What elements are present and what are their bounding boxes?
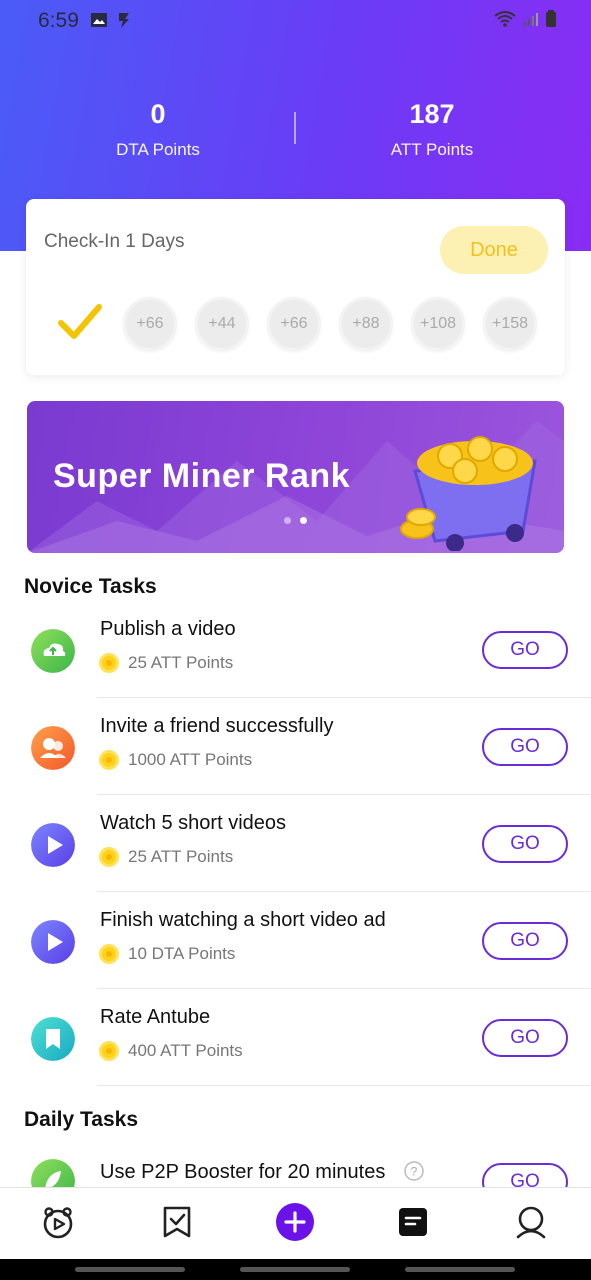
svg-text:?: ? (411, 1165, 418, 1179)
coin-icon (99, 750, 119, 770)
task-p2p-booster: Use P2P Booster for 20 minutes ? GO (0, 1143, 591, 1187)
add-icon (276, 1203, 314, 1241)
reward-text: 1000 ATT Points (128, 750, 253, 769)
dta-points-label: DTA Points (116, 140, 200, 159)
novice-tasks-title: Novice Tasks (24, 575, 157, 598)
nav-tasks[interactable] (157, 1202, 197, 1242)
reward-text: 25 ATT Points (128, 653, 234, 672)
nav-add[interactable] (275, 1202, 315, 1242)
task-reward: 25 ATT Points (99, 653, 233, 673)
checkin-title: Check-In 1 Days (44, 231, 185, 252)
leaf-icon (31, 1159, 75, 1187)
checkin-done-button[interactable]: Done (440, 226, 548, 274)
system-gesture-bar (0, 1259, 591, 1280)
go-button[interactable]: GO (482, 1163, 568, 1187)
checkin-day-4: +66 (267, 297, 321, 351)
task-name: Publish a video (100, 618, 236, 640)
tasks-icon (163, 1206, 191, 1238)
points-divider (294, 112, 296, 144)
gesture-pill-center[interactable] (240, 1267, 350, 1272)
dta-points-value: 0 (150, 99, 166, 129)
bookmark-icon (31, 1017, 75, 1061)
att-points-label: ATT Points (390, 140, 474, 159)
checkmark-icon (58, 304, 102, 339)
signal-icon (524, 13, 538, 26)
banner-dot-2[interactable] (300, 517, 307, 524)
task-name: Use P2P Booster for 20 minutes (100, 1161, 386, 1183)
go-button[interactable]: GO (482, 922, 568, 960)
dta-coin-icon (99, 944, 119, 964)
go-button[interactable]: GO (482, 728, 568, 766)
task-reward: 400 ATT Points (99, 1041, 243, 1061)
mine-cart-icon (400, 436, 537, 551)
task-publish-video: Publish a video 25 ATT Points GO (0, 601, 591, 698)
checkin-days: +66 +44 +66 +88 +108 +158 (53, 297, 543, 353)
task-invite-friend: Invite a friend successfully 1000 ATT Po… (0, 698, 591, 795)
reward-text: 25 ATT Points (128, 847, 234, 866)
upload-cloud-icon (31, 629, 75, 673)
checkin-day-7: +158 (483, 297, 537, 351)
task-watch-ad: Finish watching a short video ad 10 DTA … (0, 892, 591, 989)
att-points[interactable]: 187 ATT Points (332, 96, 532, 160)
home-icon (43, 1207, 73, 1239)
profile-icon (516, 1206, 546, 1239)
task-reward: 1000 ATT Points (99, 750, 252, 770)
reward-text: 400 ATT Points (128, 1041, 243, 1060)
divider (97, 1085, 591, 1086)
play-icon (31, 823, 75, 867)
reward-text: 10 DTA Points (128, 944, 236, 963)
coin-icon (99, 1041, 119, 1061)
help-icon[interactable]: ? (404, 1161, 424, 1181)
go-button[interactable]: GO (482, 1019, 568, 1057)
go-button[interactable]: GO (482, 631, 568, 669)
banner-title: Super Miner Rank (53, 457, 351, 495)
checkin-day-5: +88 (339, 297, 393, 351)
status-bar: 6:59 (0, 0, 591, 44)
bottom-navigation (0, 1187, 591, 1259)
att-points-value: 187 (409, 99, 455, 129)
checkin-day-2: +66 (123, 297, 177, 351)
dta-points[interactable]: 0 DTA Points (58, 96, 258, 160)
task-name: Watch 5 short videos (100, 812, 287, 834)
task-watch-videos: Watch 5 short videos 25 ATT Points GO (0, 795, 591, 892)
gallery-icon (91, 13, 107, 27)
nav-home[interactable] (38, 1202, 78, 1242)
invite-friend-icon (31, 726, 75, 770)
task-name: Rate Antube (100, 1006, 211, 1028)
coin-icon (99, 653, 119, 673)
coin-icon (99, 847, 119, 867)
checkin-day-6: +108 (411, 297, 465, 351)
checkin-day-3: +44 (195, 297, 249, 351)
points-summary: 0 DTA Points 187 ATT Points (0, 96, 591, 176)
wifi-icon (494, 11, 516, 27)
nav-profile[interactable] (511, 1202, 551, 1242)
checkin-card: Check-In 1 Days Done +66 +44 +66 +88 +10… (26, 199, 565, 375)
nav-points[interactable] (393, 1202, 433, 1242)
task-name: Finish watching a short video ad (100, 909, 386, 931)
super-miner-rank-banner[interactable]: Super Miner Rank (27, 401, 564, 553)
banner-dot-1[interactable] (284, 517, 291, 524)
battery-icon (546, 10, 556, 27)
task-name: Invite a friend successfully (100, 715, 334, 737)
points-icon (399, 1208, 427, 1236)
play-icon (31, 920, 75, 964)
task-reward: 10 DTA Points (99, 944, 235, 964)
gesture-pill-left[interactable] (75, 1267, 185, 1272)
app-notification-icon (119, 13, 129, 28)
status-time: 6:59 (38, 9, 79, 32)
task-reward: 25 ATT Points (99, 847, 233, 867)
gesture-pill-right[interactable] (405, 1267, 515, 1272)
daily-tasks-title: Daily Tasks (24, 1108, 139, 1131)
task-rate-app: Rate Antube 400 ATT Points GO (0, 989, 591, 1086)
go-button[interactable]: GO (482, 825, 568, 863)
